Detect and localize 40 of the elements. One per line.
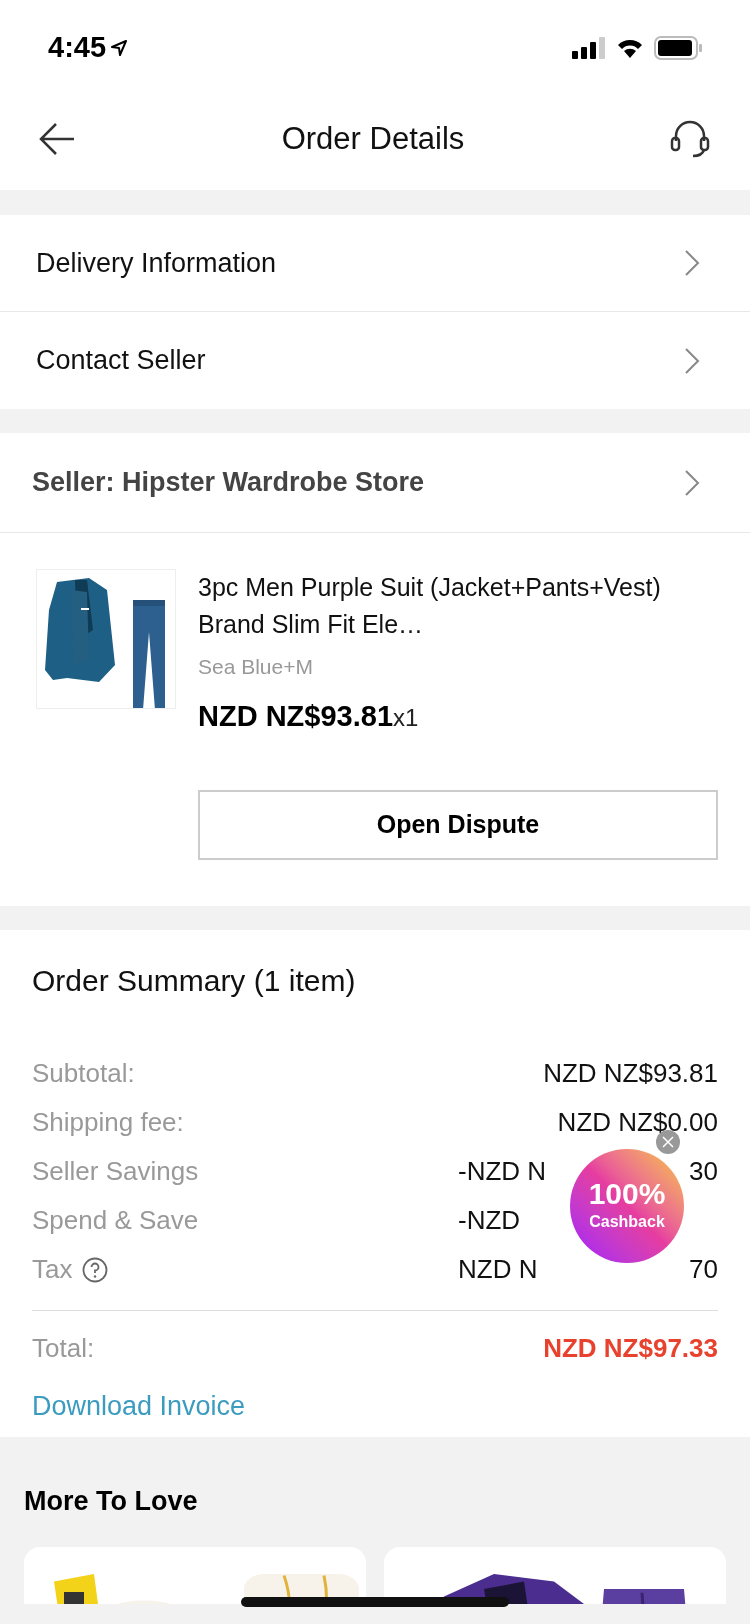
open-dispute-button[interactable]: Open Dispute — [198, 790, 718, 860]
summary-label: Shipping fee: — [32, 1106, 184, 1139]
summary-title: Order Summary (1 item) — [32, 963, 357, 999]
total-label: Total: — [32, 1332, 95, 1365]
page-title: Order Details — [281, 119, 465, 158]
menu-row[interactable]: Delivery Information — [0, 215, 750, 312]
product-card[interactable] — [384, 1547, 726, 1604]
seller-row[interactable]: Seller: Hipster Wardrobe Store — [0, 433, 750, 533]
product-variant: Sea Blue+M — [198, 654, 314, 680]
close-icon — [662, 1136, 674, 1148]
product-card[interactable] — [24, 1547, 366, 1604]
product-title: 3pc Men Purple Suit (Jacket+Pants+Vest) Brand Slim Fit Ele… — [198, 572, 662, 640]
summary-label: Spend & Save — [32, 1204, 199, 1237]
cashback-badge[interactable]: 100% Cashback — [570, 1149, 684, 1263]
product-quantity: x1 — [393, 702, 419, 733]
headset-icon — [669, 119, 711, 159]
summary-value: -NZD — [458, 1204, 521, 1237]
section-title: More To Love — [24, 1484, 199, 1518]
summary-label: Tax — [32, 1253, 73, 1286]
back-arrow-icon — [38, 122, 76, 156]
summary-value: NZD N — [458, 1253, 538, 1286]
summary-label: Seller Savings — [32, 1155, 199, 1188]
summary-value: 70 — [689, 1253, 718, 1286]
summary-value: NZD NZ$93.81 — [543, 1057, 718, 1090]
chevron-right-icon — [684, 346, 700, 375]
status-time: 4:45 — [48, 30, 107, 66]
summary-value: -NZD N — [458, 1155, 547, 1188]
signal-icon — [572, 37, 606, 59]
summary-label: Subtotal: — [32, 1057, 135, 1090]
wifi-icon — [616, 37, 644, 59]
product-price: NZD NZ$93.81 — [198, 698, 393, 734]
battery-icon — [654, 36, 702, 60]
summary-value: NZD NZ$0.00 — [557, 1106, 718, 1139]
menu-row[interactable]: Contact Seller — [0, 312, 750, 409]
help-icon[interactable] — [82, 1256, 109, 1283]
location-arrow-icon — [110, 39, 129, 57]
summary-value: 30 — [689, 1155, 718, 1188]
total-value: NZD NZ$97.33 — [543, 1332, 718, 1365]
chevron-right-icon — [684, 468, 700, 497]
chevron-right-icon — [684, 249, 700, 277]
